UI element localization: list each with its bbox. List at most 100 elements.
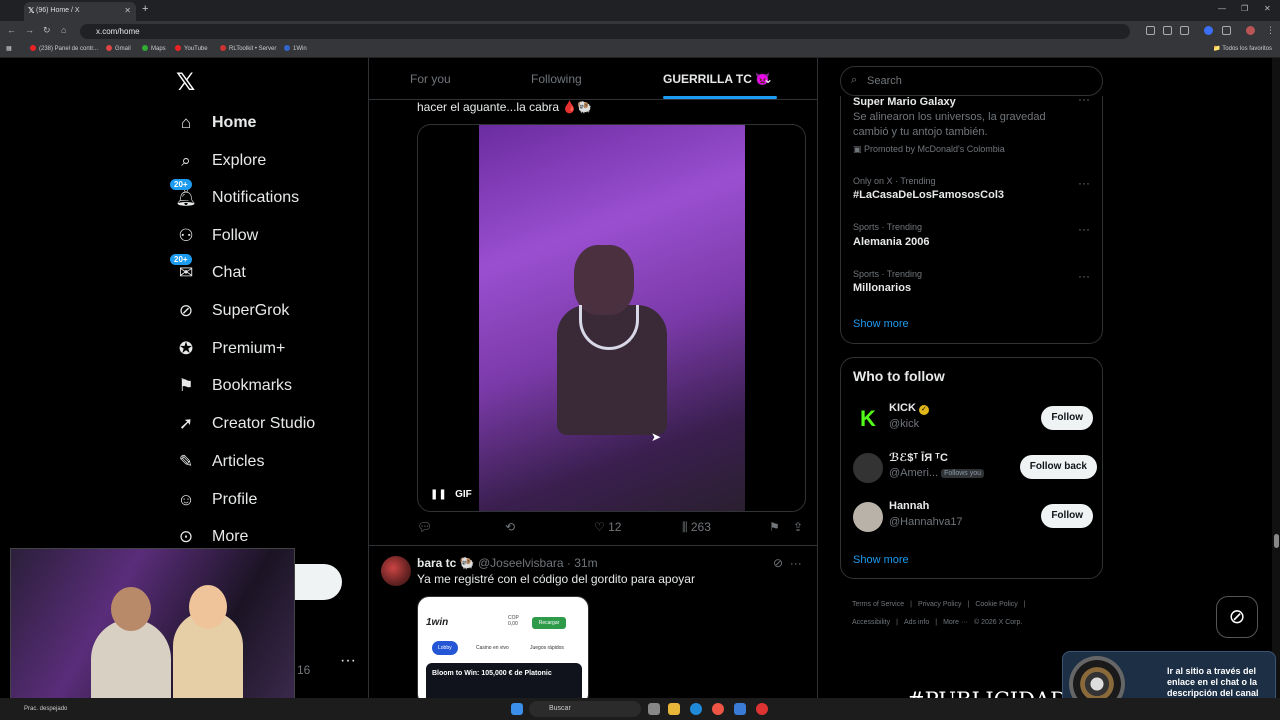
reload-icon[interactable]: ↻ [43, 25, 51, 36]
trend-title[interactable]: Alemania 2006 [853, 236, 929, 248]
close-tab-icon[interactable]: ✕ [124, 6, 131, 15]
all-bookmarks[interactable]: 📁 Todos los favoritos [1213, 45, 1272, 52]
more-icon[interactable]: ··· [1078, 92, 1090, 106]
profile-ext-icon[interactable] [1204, 26, 1213, 35]
back-icon[interactable]: ← [7, 25, 16, 35]
nav-label: SuperGrok [212, 302, 290, 319]
views-button[interactable]: ⫼ 263 [682, 520, 711, 535]
account-handle-suffix: 16 [297, 663, 311, 677]
bookmark-gmail[interactable]: Gmail [106, 45, 131, 52]
address-bar[interactable]: x.com/home [80, 24, 1130, 39]
nav-explore[interactable]: ⌕ Explore [176, 146, 266, 176]
bookmark-1win[interactable]: 1Win [284, 45, 307, 52]
more-icon[interactable]: ··· [1078, 176, 1090, 190]
tab-guerrilla-tc[interactable]: GUERRILLA TC 👿 [663, 72, 770, 86]
search-input[interactable]: ⌕ Search [840, 66, 1103, 96]
nav-creator-studio[interactable]: ➚ Creator Studio [176, 409, 315, 439]
follow-suggestion[interactable]: ℬℰ$ᵀ ĪЯ ᵀC @Ameri... Follows you Follow b… [853, 451, 1097, 487]
more-icon[interactable]: ··· [1078, 222, 1090, 236]
grok-icon: ⊘ [1228, 606, 1246, 628]
tweet-gif[interactable]: ❚❚ GIF ➤ [417, 124, 806, 512]
edge-icon[interactable] [690, 703, 702, 715]
nav-articles[interactable]: ✎ Articles [176, 447, 265, 477]
grok-icon[interactable]: ⊘ ··· [773, 556, 802, 570]
apps-icon[interactable]: ▦ [6, 45, 12, 52]
bookmark-icon[interactable]: ⚑ [769, 520, 780, 534]
obs-icon[interactable] [756, 703, 768, 715]
gif-controls[interactable]: ❚❚ GIF [430, 489, 472, 500]
nav-home[interactable]: ⌂ Home [176, 108, 257, 138]
divider [369, 545, 817, 546]
scroll-thumb[interactable] [1274, 534, 1279, 548]
nav-label: Follow [212, 227, 259, 244]
tab-for-you[interactable]: For you [410, 72, 451, 86]
follow-button[interactable]: Follow [1041, 504, 1093, 528]
windows-start-icon[interactable] [511, 703, 523, 715]
account-menu-icon[interactable]: ··· [340, 652, 356, 670]
nav-premium[interactable]: ✪ Premium+ [176, 334, 285, 364]
nav-profile[interactable]: ☺ Profile [176, 485, 257, 515]
share-icon[interactable]: ⇪ [793, 520, 803, 534]
tweet-image[interactable]: 1win COP 0,00 Recargar Lobby Casino en vi… [417, 596, 589, 698]
footer-link[interactable]: Cookie Policy [975, 601, 1017, 608]
extension-icon[interactable] [1146, 26, 1155, 35]
footer-link[interactable]: Ads info [904, 619, 929, 626]
nav-follow[interactable]: ⚇ Follow [176, 221, 258, 251]
footer-sep: | [896, 619, 898, 626]
retweet-icon[interactable]: ⟲ [505, 520, 515, 534]
tweet-author[interactable]: bara tc 🐏 @Joseelvisbara · 31m [417, 556, 598, 570]
chevron-down-icon[interactable]: ⌄ [763, 72, 773, 86]
new-tab-icon[interactable]: + [142, 3, 148, 15]
menu-kebab-icon[interactable]: ⋮ [1266, 25, 1275, 36]
app-icon[interactable] [734, 703, 746, 715]
restore-icon[interactable]: ❐ [1241, 4, 1248, 13]
promoted-title[interactable]: Super Mario Galaxy [853, 96, 956, 108]
tab-following[interactable]: Following [531, 72, 582, 86]
bookmark-rltoolkit[interactable]: RLToolkit • Server [220, 45, 276, 52]
scrollbar[interactable] [1272, 58, 1280, 698]
task-view-icon[interactable] [648, 703, 660, 715]
chrome-icon[interactable] [712, 703, 724, 715]
1win-logo: 1win [426, 617, 449, 628]
weather-text[interactable]: Prac. despejado [24, 706, 67, 712]
follow-back-button[interactable]: Follow back [1019, 455, 1097, 479]
trend-title[interactable]: #LaCasaDeLosFamososCol3 [853, 189, 1004, 201]
more-icon[interactable]: ··· [1078, 269, 1090, 283]
grok-fab-button[interactable]: ⊘ [1216, 596, 1258, 638]
star-icon[interactable] [1180, 26, 1189, 35]
taskbar-search[interactable]: Buscar [529, 701, 641, 717]
file-explorer-icon[interactable] [668, 703, 680, 715]
follow-suggestion[interactable]: Hannah @Hannahva17 Follow [853, 500, 1093, 536]
footer-link[interactable]: Accessibility [852, 619, 890, 626]
minimize-icon[interactable]: — [1218, 4, 1226, 13]
gif-frame [479, 125, 745, 511]
bookmark-maps[interactable]: Maps [142, 45, 166, 52]
show-more-link[interactable]: Show more [853, 318, 909, 330]
footer-link[interactable]: Terms of Service [852, 601, 904, 608]
footer-link[interactable]: More ··· [943, 619, 968, 626]
nav-bookmarks[interactable]: ⚑ Bookmarks [176, 371, 292, 401]
x-logo-icon[interactable]: 𝕏 [176, 68, 195, 97]
forward-icon[interactable]: → [25, 25, 34, 35]
bookmark-youtube[interactable]: YouTube [175, 45, 208, 52]
avatar[interactable] [381, 556, 411, 586]
show-more-link[interactable]: Show more [853, 554, 909, 566]
nav-supergrok[interactable]: ⊘ SuperGrok [176, 296, 290, 326]
follow-suggestion[interactable]: K KICK ✓ @kick Follow [853, 402, 1093, 438]
puzzle-icon[interactable] [1222, 26, 1231, 35]
reply-icon[interactable]: 💬︎ [417, 520, 432, 534]
promoted-desc: Se alinearon los universos, la gravedad … [853, 111, 1046, 138]
avatar-icon[interactable] [1246, 26, 1255, 35]
follow-button[interactable]: Follow [1041, 406, 1093, 430]
home-browser-icon[interactable]: ⌂ [61, 25, 66, 35]
like-button[interactable]: ♡ 12 [594, 520, 621, 534]
zoom-icon[interactable] [1163, 26, 1172, 35]
footer-link[interactable]: Privacy Policy [918, 601, 962, 608]
tweet-time: · 31m [566, 556, 598, 570]
close-window-icon[interactable]: ✕ [1264, 4, 1271, 13]
bookmark-panel[interactable]: (238) Panel de contr... [30, 45, 98, 52]
browser-tab[interactable]: 𝕏 (96) Home / X ✕ [24, 2, 136, 21]
nav-chat[interactable]: ✉ 20+ Chat [170, 254, 246, 288]
trend-title[interactable]: Millonarios [853, 282, 911, 294]
nav-notifications[interactable]: 🔔︎ 20+ Notifications [170, 179, 299, 213]
